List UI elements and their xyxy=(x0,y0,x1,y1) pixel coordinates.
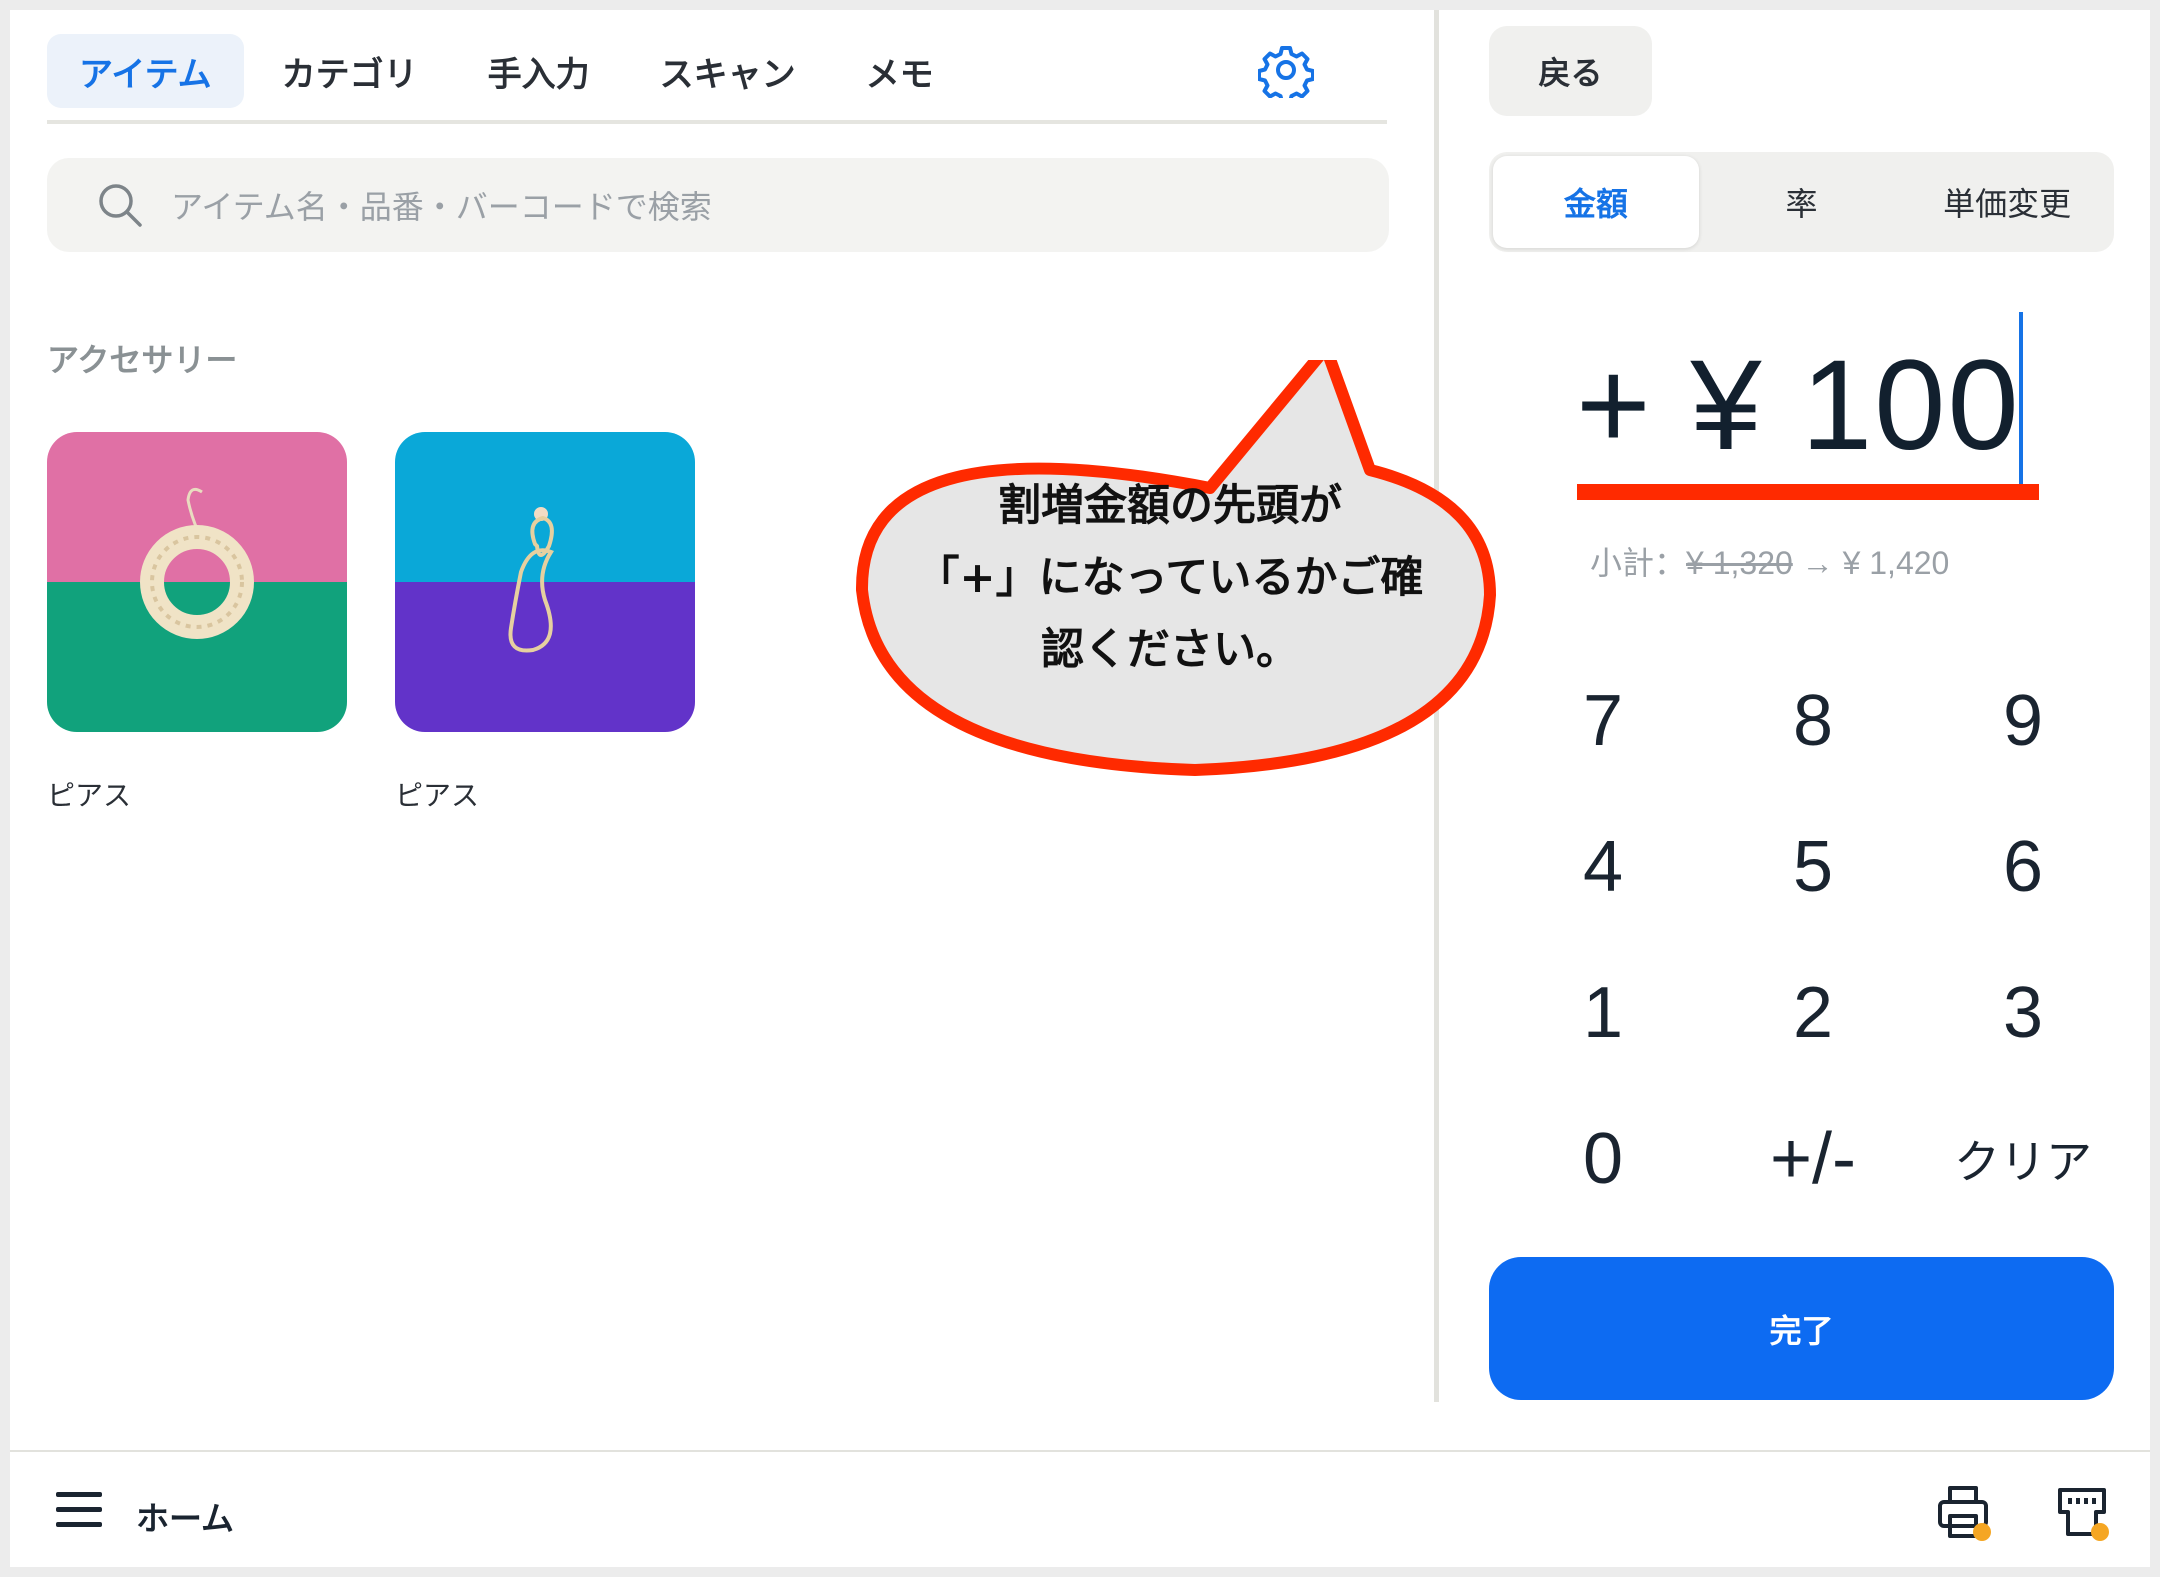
item-label: ピアス xyxy=(395,779,480,812)
search-placeholder: アイテム名・品番・バーコードで検索 xyxy=(171,188,712,226)
tab-manual-entry[interactable]: 手入力 xyxy=(456,34,622,108)
tab-scan[interactable]: スキャン xyxy=(628,34,828,108)
key-1[interactable]: 1 xyxy=(1498,940,1708,1086)
key-clear[interactable]: クリア xyxy=(1918,1086,2128,1232)
home-label[interactable]: ホーム xyxy=(136,1492,234,1540)
tab-category[interactable]: カテゴリ xyxy=(250,34,450,108)
menu-icon[interactable] xyxy=(56,1490,102,1530)
hoop-earring-image xyxy=(140,487,254,639)
search-field[interactable]: アイテム名・品番・バーコードで検索 xyxy=(47,158,1389,252)
top-tabs: アイテム カテゴリ 手入力 スキャン メモ xyxy=(47,32,1387,110)
item-thumbnail xyxy=(395,432,695,732)
section-title: アクセサリー xyxy=(47,341,238,379)
item-grid: ピアス ピアス xyxy=(47,432,743,814)
printer-icon[interactable] xyxy=(1936,1484,1994,1542)
segment-unit-price-change[interactable]: 単価変更 xyxy=(1904,156,2110,248)
key-5[interactable]: 5 xyxy=(1708,794,1918,940)
item-thumbnail xyxy=(47,432,347,732)
link-earring-image xyxy=(508,507,554,653)
callout-text: 割増金額の先頭が 「+」になっているかご確 認ください。 xyxy=(890,470,1450,686)
tab-memo[interactable]: メモ xyxy=(834,34,966,108)
subtotal-line: 小計：¥ 1,320 → ¥ 1,420 xyxy=(1590,538,1949,584)
key-8[interactable]: 8 xyxy=(1708,648,1918,794)
item-label: ピアス xyxy=(47,779,132,812)
adjust-mode-segmented-control: 金額 率 単価変更 xyxy=(1489,152,2114,252)
item-card[interactable]: ピアス xyxy=(395,432,695,814)
gear-icon[interactable] xyxy=(1258,42,1314,98)
key-0[interactable]: 0 xyxy=(1498,1086,1708,1232)
key-sign-toggle[interactable]: +/- xyxy=(1708,1086,1918,1232)
key-4[interactable]: 4 xyxy=(1498,794,1708,940)
callout-line: 「+」になっているかご確 xyxy=(916,553,1424,603)
key-6[interactable]: 6 xyxy=(1918,794,2128,940)
key-9[interactable]: 9 xyxy=(1918,648,2128,794)
tab-items[interactable]: アイテム xyxy=(47,34,244,108)
subtotal-arrow: → xyxy=(1801,545,1834,581)
callout-line: 割増金額の先頭が xyxy=(998,481,1342,531)
subtotal-label: 小計： xyxy=(1590,545,1687,581)
search-icon xyxy=(99,184,142,227)
numeric-keypad: 7 8 9 4 5 6 1 2 3 0 +/- クリア xyxy=(1498,648,2128,1232)
segment-amount[interactable]: 金額 xyxy=(1493,156,1699,248)
callout-line: 認ください。 xyxy=(1041,625,1299,675)
bottom-bar-divider xyxy=(10,1450,2150,1452)
back-button[interactable]: 戻る xyxy=(1489,26,1652,116)
key-3[interactable]: 3 xyxy=(1918,940,2128,1086)
amount-display: + ¥ 100 xyxy=(1576,334,2021,477)
done-button[interactable]: 完了 xyxy=(1489,1257,2114,1400)
key-2[interactable]: 2 xyxy=(1708,940,1918,1086)
segment-rate[interactable]: 率 xyxy=(1699,156,1905,248)
subtotal-old-value: ¥ 1,320 xyxy=(1686,545,1793,581)
item-card[interactable]: ピアス xyxy=(47,432,347,814)
tab-underline xyxy=(47,120,1387,124)
card-reader-icon[interactable] xyxy=(2054,1484,2112,1542)
subtotal-new-value: ¥ 1,420 xyxy=(1842,545,1950,581)
text-caret xyxy=(2019,312,2023,488)
highlight-underline xyxy=(1577,484,2039,500)
